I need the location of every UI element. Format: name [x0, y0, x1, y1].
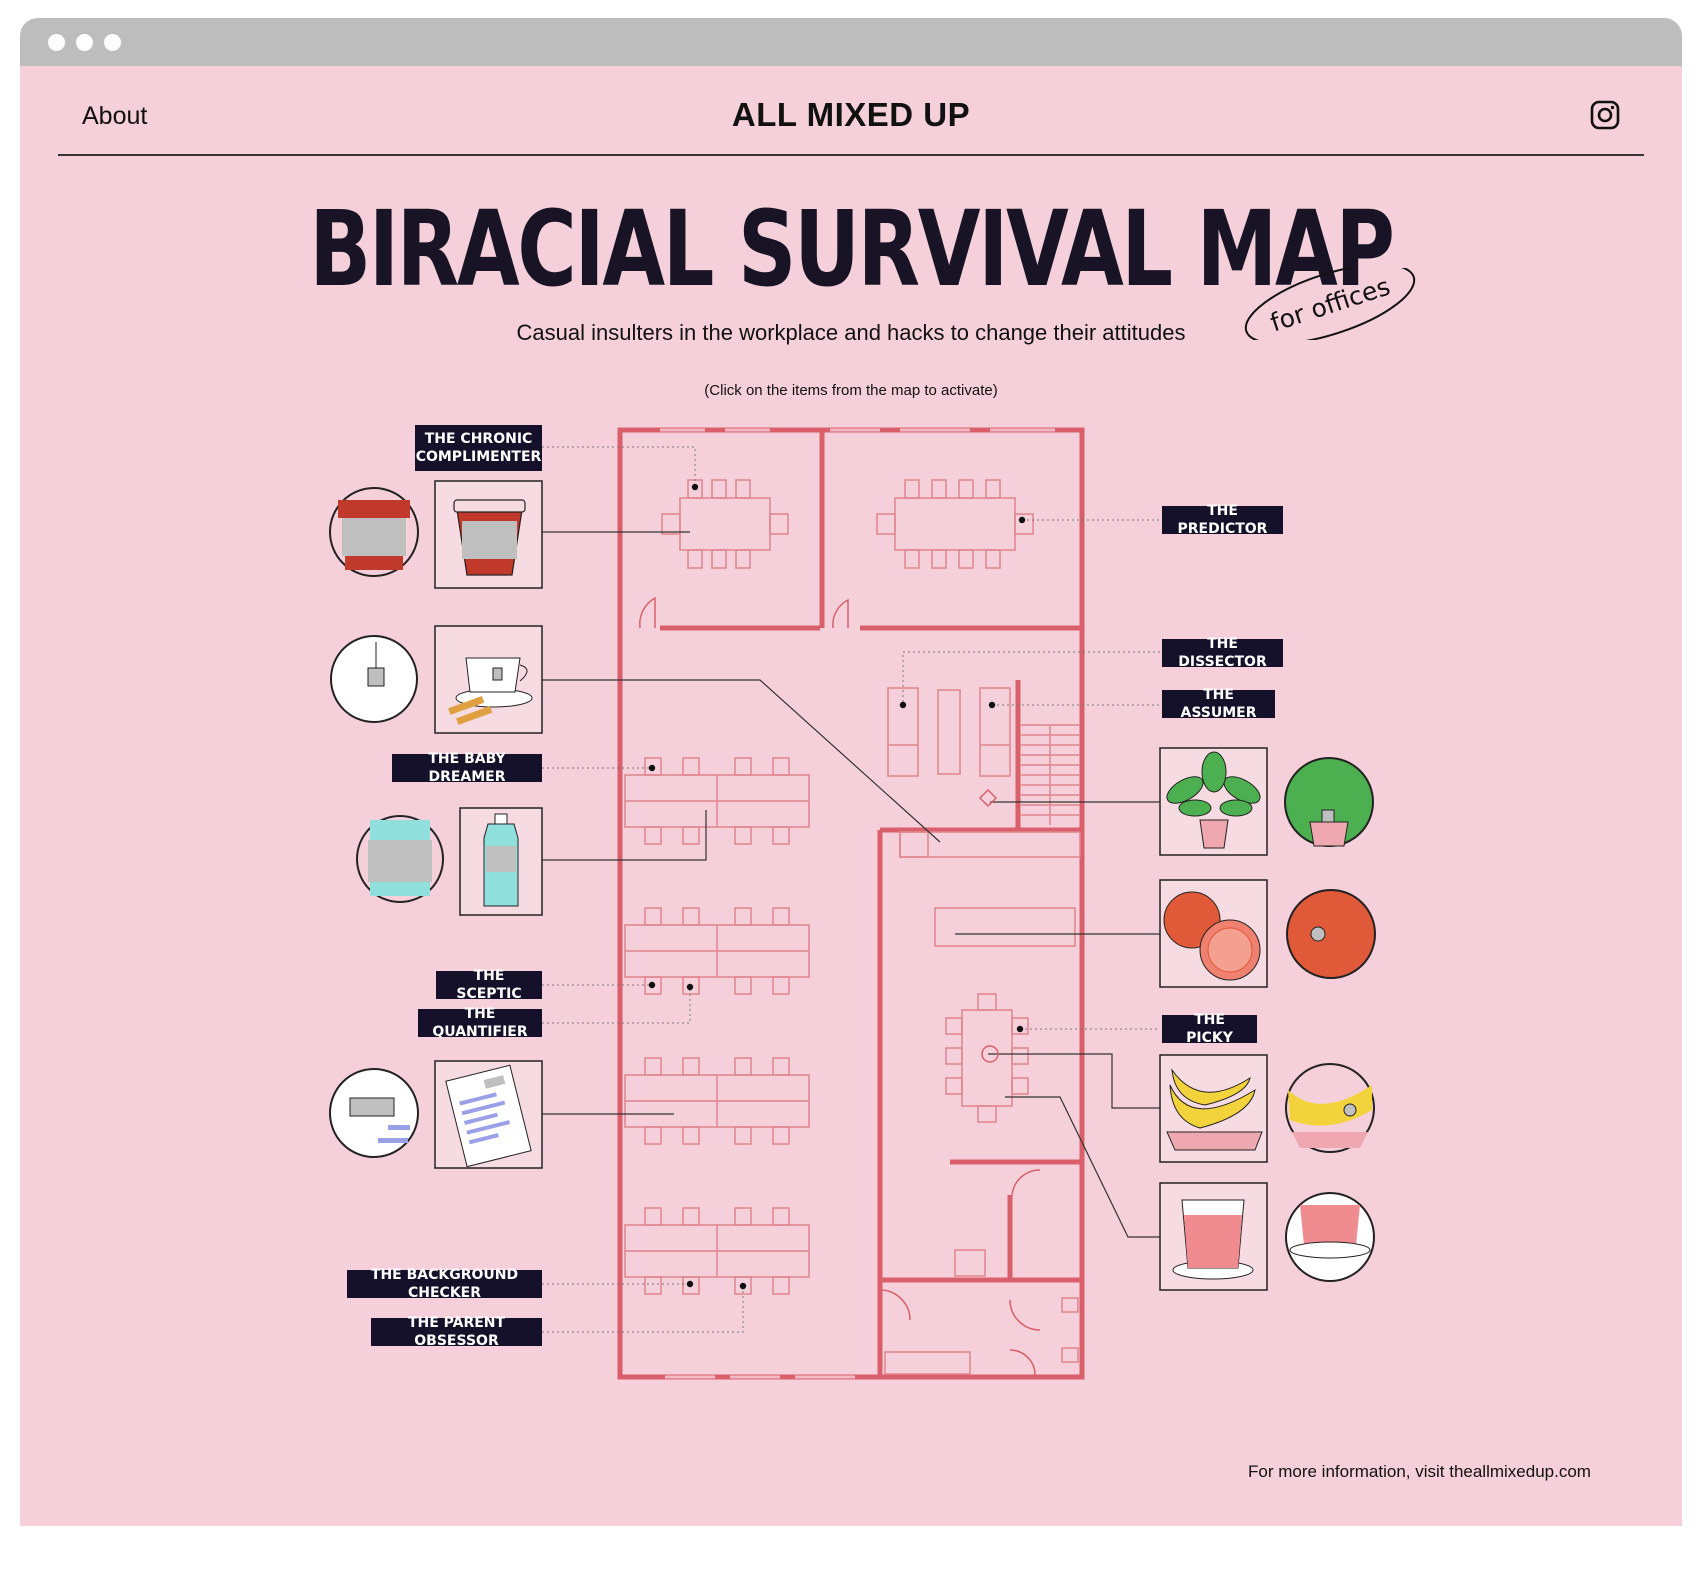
- juice-glass-item[interactable]: [1159, 1182, 1375, 1291]
- windows: [660, 428, 1055, 1379]
- browser-window: About ALL MIXED UP BIRACIAL SURVIVAL MAP…: [20, 18, 1682, 1526]
- bananas-item[interactable]: [1159, 1054, 1375, 1163]
- label-chronic-complimenter[interactable]: THE CHRONIC COMPLIMENTER: [415, 425, 542, 471]
- office-floor-plan: [329, 427, 1376, 1380]
- footer-info[interactable]: For more information, visit theallmixedu…: [1248, 1462, 1591, 1482]
- walls: [617, 427, 1085, 1380]
- label-picky[interactable]: THE PICKY: [1162, 1012, 1257, 1046]
- water-bottle-item[interactable]: [356, 807, 543, 916]
- plant-item[interactable]: [1159, 747, 1374, 856]
- connector-lines: [542, 531, 1160, 1238]
- label-sceptic[interactable]: THE SCEPTIC: [436, 968, 542, 1002]
- furniture: [661, 479, 1081, 1375]
- label-quantifier[interactable]: THE QUANTIFIER: [418, 1006, 542, 1040]
- tea-cup-item[interactable]: [330, 625, 543, 734]
- label-predictor[interactable]: THE PREDICTOR: [1162, 503, 1283, 537]
- label-background-checker[interactable]: THE BACKGROUND CHECKER: [347, 1267, 542, 1301]
- label-baby-dreamer[interactable]: THE BABY DREAMER: [392, 751, 542, 785]
- desk-rows: [624, 757, 810, 1295]
- label-assumer[interactable]: THE ASSUMER: [1162, 687, 1275, 721]
- document-item[interactable]: [329, 1060, 543, 1169]
- label-dissector[interactable]: THE DISSECTOR: [1162, 636, 1283, 670]
- leader-lines: [542, 446, 1160, 1333]
- grapefruit-item[interactable]: [1159, 879, 1376, 988]
- map-points: [648, 483, 1026, 1290]
- label-parent-obsessor[interactable]: THE PARENT OBSESSOR: [371, 1315, 542, 1349]
- coffee-cup-item[interactable]: [329, 480, 543, 589]
